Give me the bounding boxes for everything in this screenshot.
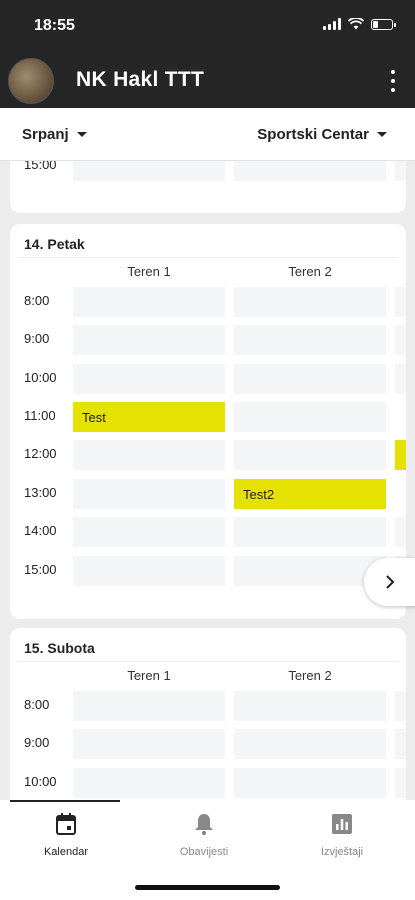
time-label: 15:00 [24, 562, 57, 577]
slot[interactable] [234, 440, 386, 470]
month-dropdown[interactable]: Srpanj [22, 126, 87, 143]
caret-down-icon [76, 132, 87, 137]
slot[interactable] [73, 364, 225, 394]
slot[interactable] [73, 440, 225, 470]
time-label: 14:00 [24, 523, 57, 538]
slot[interactable] [234, 402, 386, 432]
slot[interactable] [73, 325, 225, 355]
calendar-scroll-area[interactable]: 15:00 14. Petak Teren 1 Teren 2 8:00 9:0… [0, 161, 415, 800]
booking-block[interactable] [395, 440, 406, 470]
slot[interactable] [234, 691, 386, 721]
slot[interactable] [73, 691, 225, 721]
court-header: Teren 2 [288, 264, 332, 279]
court-header: Teren 1 [127, 668, 171, 683]
divider [18, 257, 398, 258]
day-title: 14. Petak [24, 236, 85, 252]
time-label: 10:00 [24, 370, 57, 385]
day-card: 15. Subota Teren 1 Teren 2 8:00 9:00 10:… [10, 628, 406, 800]
court-header: Teren 2 [288, 668, 332, 683]
slot[interactable] [234, 364, 386, 394]
active-tab-indicator [10, 800, 120, 802]
wifi-icon [348, 18, 364, 30]
slot[interactable] [73, 556, 225, 586]
slot[interactable] [73, 517, 225, 547]
slot[interactable] [395, 517, 406, 547]
slot[interactable] [395, 729, 406, 759]
nav-notifications[interactable]: Obavijesti [144, 812, 264, 858]
court-header: Teren 1 [127, 264, 171, 279]
slot[interactable] [395, 364, 406, 394]
time-label: 8:00 [24, 697, 50, 712]
slot[interactable] [73, 287, 225, 317]
app-title: NK Hakl TTT [76, 68, 205, 91]
day-card-previous: 15:00 [10, 161, 406, 213]
more-vert-icon[interactable] [389, 70, 397, 92]
slot[interactable] [73, 729, 225, 759]
time-label: 15:00 [24, 161, 57, 172]
day-title: 15. Subota [24, 640, 95, 656]
slot[interactable] [234, 768, 386, 798]
nav-reports-label: Izvještaji [320, 846, 364, 858]
status-icons [323, 18, 396, 30]
app-header: 18:55 NK Hakl TTT [0, 0, 415, 108]
chevron-right-icon [386, 575, 395, 589]
battery-icon [371, 18, 396, 30]
scroll-right-button[interactable] [364, 558, 415, 606]
calendar-icon [56, 813, 76, 835]
nav-notifications-label: Obavijesti [179, 846, 229, 858]
time-label: 13:00 [24, 485, 57, 500]
nav-calendar-label: Kalendar [43, 846, 89, 858]
time-label: 8:00 [24, 293, 50, 308]
booking-block[interactable]: Test [73, 402, 225, 432]
venue-dropdown[interactable]: Sportski Centar [257, 126, 387, 143]
slot[interactable] [234, 325, 386, 355]
slot[interactable] [395, 287, 406, 317]
status-time: 18:55 [34, 17, 75, 34]
day-card: 14. Petak Teren 1 Teren 2 8:00 9:00 10:0… [10, 224, 406, 619]
time-label: 9:00 [24, 735, 50, 750]
slot[interactable] [234, 287, 386, 317]
slot[interactable] [395, 691, 406, 721]
slot[interactable] [73, 161, 225, 181]
slot[interactable] [395, 325, 406, 355]
slot[interactable] [234, 729, 386, 759]
slot[interactable] [234, 517, 386, 547]
slot[interactable] [73, 768, 225, 798]
slot[interactable] [234, 161, 386, 181]
venue-dropdown-label: Sportski Centar [257, 126, 369, 143]
bar-chart-icon [332, 814, 352, 834]
avatar[interactable] [8, 58, 54, 104]
nav-calendar[interactable]: Kalendar [6, 812, 126, 858]
nav-reports[interactable]: Izvještaji [282, 812, 402, 858]
slot[interactable] [395, 161, 406, 181]
divider [18, 661, 398, 662]
time-label: 11:00 [24, 408, 56, 423]
caret-down-icon [377, 132, 387, 137]
time-label: 10:00 [24, 774, 57, 789]
booking-block[interactable]: Test2 [234, 479, 386, 509]
signal-icon [323, 18, 341, 30]
filter-bar: Srpanj Sportski Centar [0, 108, 415, 161]
bell-icon [195, 814, 213, 836]
home-indicator [135, 885, 280, 890]
month-dropdown-label: Srpanj [22, 126, 69, 143]
slot[interactable] [395, 768, 406, 798]
time-label: 9:00 [24, 331, 50, 346]
slot[interactable] [73, 479, 225, 509]
time-label: 12:00 [24, 446, 57, 461]
